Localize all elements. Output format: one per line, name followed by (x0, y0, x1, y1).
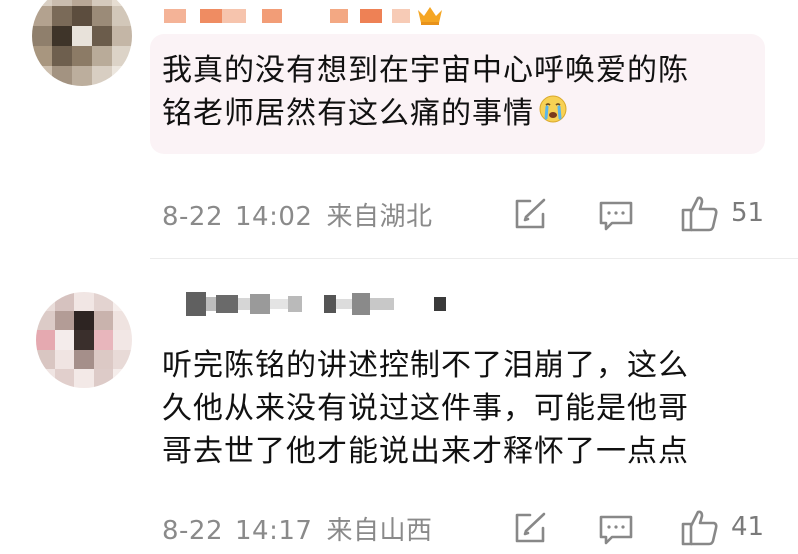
comment-item-2: 听完陈铭的讲述控制不了泪崩了，这么 久他从来没有说过这件事，可能是他哥 哥去世了… (0, 0, 798, 546)
comment-text-line: 听完陈铭的讲述控制不了泪崩了，这么 (162, 348, 689, 383)
avatar[interactable] (36, 292, 132, 388)
username-mosaic[interactable] (186, 292, 446, 316)
share-edit-icon[interactable] (512, 511, 548, 545)
comment-date: 8-22 (162, 516, 224, 546)
comment-icon[interactable] (598, 513, 634, 547)
comment-meta: 8-22 14:17 来自山西 (162, 510, 432, 547)
comment-location: 来自山西 (326, 516, 433, 546)
comment-text-line: 哥去世了他才能说出来才释怀了一点点 (162, 434, 689, 469)
thumbs-up-icon[interactable] (680, 507, 720, 547)
comment-time: 14:17 (235, 516, 313, 546)
comment-text: 听完陈铭的讲述控制不了泪崩了，这么 久他从来没有说过这件事，可能是他哥 哥去世了… (162, 344, 762, 473)
like-count: 41 (731, 512, 765, 542)
comment-text-line: 久他从来没有说过这件事，可能是他哥 (162, 391, 689, 426)
